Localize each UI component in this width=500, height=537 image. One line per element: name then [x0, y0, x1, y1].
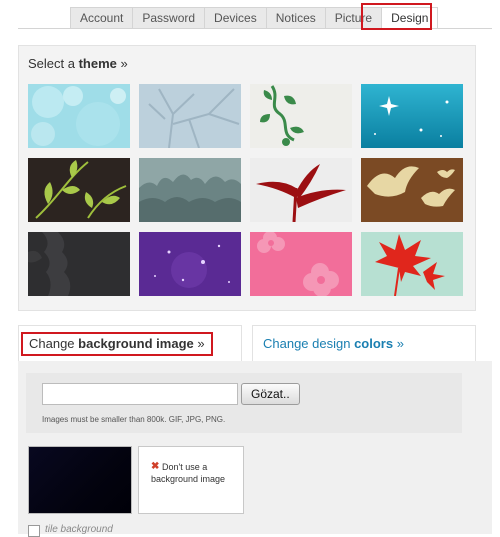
background-image-panel: Gözat.. Images must be smaller than 800k…	[18, 361, 492, 537]
theme-thumb-grey-branches[interactable]	[139, 84, 241, 148]
browse-button[interactable]: Gözat..	[241, 383, 300, 405]
current-background-preview[interactable]	[28, 446, 132, 514]
theme-thumb-brown-birds[interactable]	[361, 158, 463, 222]
tab-change-design-colors[interactable]: Change design colors »	[252, 325, 476, 363]
upload-hint: Images must be smaller than 800k. GIF, J…	[42, 415, 226, 424]
tab-picture[interactable]: Picture	[324, 7, 382, 29]
settings-tabs: Account Password Devices Notices Picture…	[70, 7, 439, 29]
no-background-label: Don't use a background image	[151, 462, 226, 484]
theme-thumb-pink-flowers[interactable]	[250, 232, 352, 296]
change-design-colors-label: Change design colors »	[263, 336, 404, 351]
upload-box: Gözat.. Images must be smaller than 800k…	[26, 373, 462, 433]
tabs-divider	[18, 28, 492, 29]
tab-devices[interactable]: Devices	[204, 7, 266, 29]
theme-panel: Select a theme »	[18, 45, 476, 311]
theme-thumb-red-plant-silhouette[interactable]	[250, 158, 352, 222]
theme-thumb-dark-grey-pattern[interactable]	[28, 232, 130, 296]
tile-background-label: tile background	[45, 524, 113, 535]
tab-account[interactable]: Account	[70, 7, 133, 29]
theme-thumb-teal-grey-trees[interactable]	[139, 158, 241, 222]
change-background-image-label: Change background image »	[29, 336, 205, 351]
background-file-input[interactable]	[42, 383, 238, 405]
theme-thumb-purple-stars[interactable]	[139, 232, 241, 296]
theme-thumb-light-blue-bubbles[interactable]	[28, 84, 130, 148]
tab-notices[interactable]: Notices	[265, 7, 325, 29]
theme-thumb-red-maple-mint[interactable]	[361, 232, 463, 296]
theme-thumb-green-vines[interactable]	[250, 84, 352, 148]
theme-heading: Select a theme »	[28, 56, 128, 71]
theme-thumb-teal-sparkles[interactable]	[361, 84, 463, 148]
no-background-option[interactable]: ✖ Don't use a background image	[138, 446, 244, 514]
tab-change-background-image[interactable]: Change background image »	[18, 325, 242, 362]
theme-thumb-dark-brown-leaves[interactable]	[28, 158, 130, 222]
tile-background-checkbox[interactable]	[28, 525, 40, 537]
tab-password[interactable]: Password	[132, 7, 205, 29]
tab-design[interactable]: Design	[381, 7, 439, 29]
